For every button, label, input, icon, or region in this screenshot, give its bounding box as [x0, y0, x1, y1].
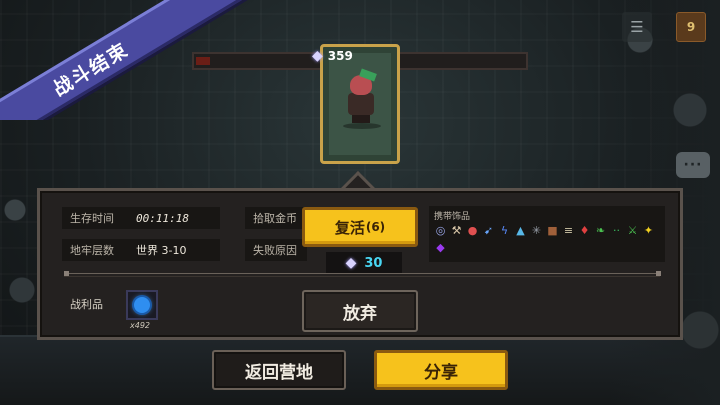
stat-gold-collected: 拾取金币 — [245, 207, 307, 229]
orb-icon[interactable]: ◎ — [434, 224, 447, 238]
gem-icon: ◆ — [345, 255, 357, 271]
battle-end-ribbon: 战斗结束 — [0, 0, 320, 120]
panel-divider — [64, 273, 660, 277]
leaf-icon[interactable]: ❧ — [594, 224, 607, 238]
flask-icon[interactable]: ♦ — [578, 224, 591, 238]
ribbon-band: 战斗结束 — [0, 0, 247, 120]
axe-icon[interactable]: ⚒ — [450, 224, 463, 238]
loot-label: 战利品 — [70, 298, 103, 311]
stat-dungeon-level: 地牢层数 世界 3-10 — [62, 239, 220, 261]
ribbon-title: 战斗结束 — [49, 38, 133, 101]
trinkets-list: ◎ ⚒ ● ➹ ϟ ▲ ✳ ■ ≡ ♦ ❧ ·· ⚔ ✦ ◆ — [434, 224, 660, 255]
dagger-icon[interactable]: ⚔ — [626, 224, 639, 238]
divider-ornament — [656, 271, 661, 276]
hero-gem-counter: ◆ 359 — [312, 46, 353, 66]
hero-gem-value: 359 — [327, 49, 353, 63]
divider-ornament — [64, 271, 69, 276]
level-badge[interactable]: 9 — [676, 12, 706, 42]
stat-survival-time: 生存时间 00:11:18 — [62, 207, 220, 229]
menu-icon[interactable]: ☰ — [622, 12, 652, 42]
dots-icon[interactable]: ·· — [610, 224, 623, 238]
share-button[interactable]: 分享 — [374, 350, 508, 390]
stat-label: 拾取金币 — [253, 212, 297, 225]
revive-button[interactable]: 复活 (6) — [302, 207, 418, 247]
stat-label: 失败原因 — [253, 244, 297, 257]
bolt-icon[interactable]: ϟ — [498, 224, 511, 238]
hero-sprite — [343, 68, 381, 129]
stat-label: 地牢层数 — [70, 244, 114, 257]
amethyst-icon[interactable]: ◆ — [434, 241, 447, 255]
scroll-icon[interactable]: ≡ — [562, 224, 575, 238]
blue-gem-icon — [134, 297, 150, 313]
loot-slot[interactable] — [126, 290, 158, 320]
arrow-icon[interactable]: ➹ — [482, 224, 495, 238]
revive-cost: ◆ 30 — [326, 252, 402, 274]
revive-cost-value: 30 — [364, 255, 383, 271]
chat-icon[interactable]: ··· — [676, 152, 710, 178]
stat-value: 00:11:18 — [136, 211, 189, 225]
book-icon[interactable]: ■ — [546, 224, 559, 238]
trinkets-title: 携带饰品 — [434, 212, 471, 222]
star-icon[interactable]: ✳ — [530, 224, 543, 238]
hero-card-inner — [329, 53, 391, 155]
potion-red-icon[interactable]: ● — [466, 224, 479, 238]
gem-icon: ◆ — [312, 48, 323, 64]
stat-value: 世界 3-10 — [136, 244, 187, 257]
stat-label: 生存时间 — [70, 212, 114, 225]
rock-wall-left — [0, 180, 40, 340]
sparkle-icon[interactable]: ✦ — [642, 224, 655, 238]
stat-failure-reason: 失败原因 — [245, 239, 307, 261]
carried-trinkets: 携带饰品 ◎ ⚒ ● ➹ ϟ ▲ ✳ ■ ≡ ♦ ❧ ·· ⚔ ✦ ◆ — [429, 206, 665, 262]
return-camp-button[interactable]: 返回营地 — [212, 350, 346, 390]
bell-icon[interactable]: ▲ — [514, 224, 527, 238]
give-up-button[interactable]: 放弃 — [302, 290, 418, 332]
revive-count: (6) — [365, 220, 386, 234]
revive-label: 复活 — [334, 218, 365, 237]
loot-count: x492 — [130, 321, 151, 330]
